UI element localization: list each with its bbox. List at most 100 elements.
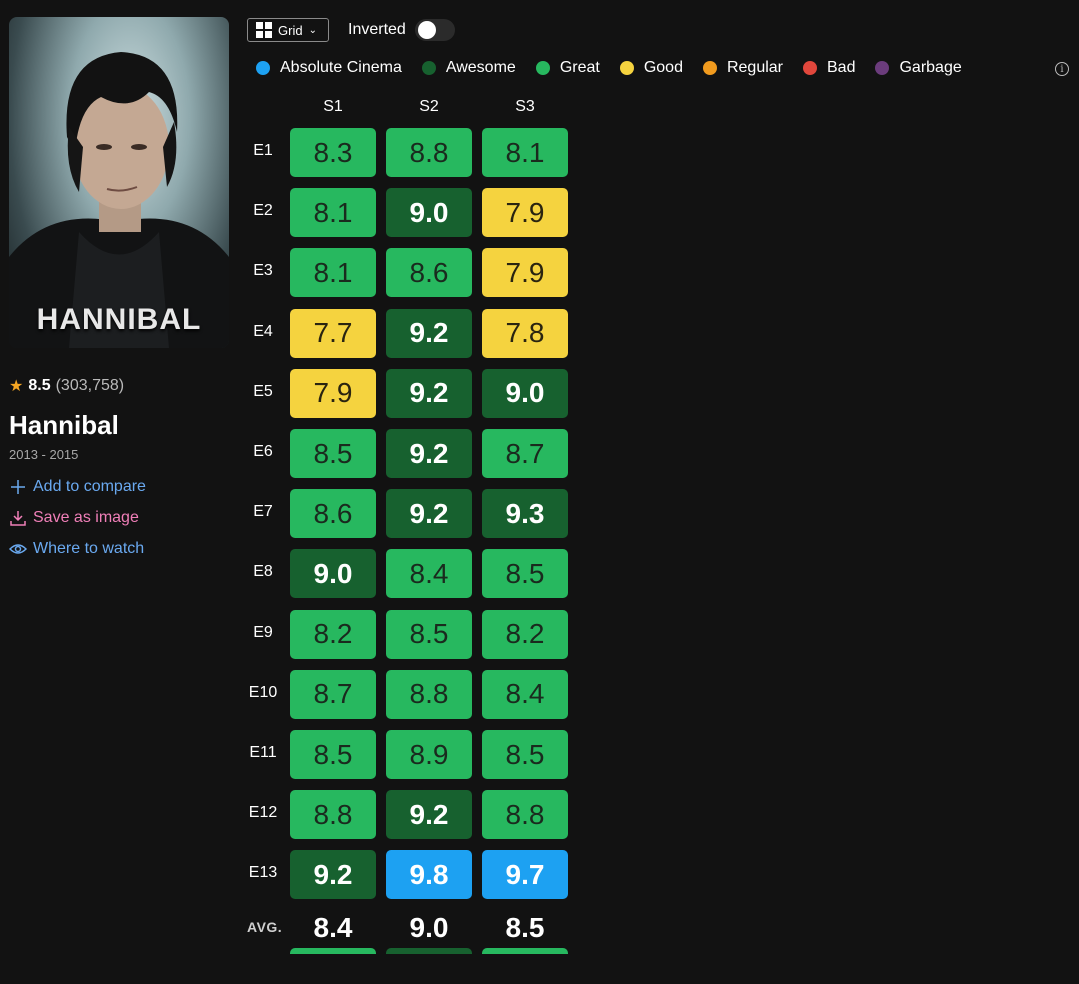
legend-label: Absolute Cinema <box>280 59 402 76</box>
average-label: AVG. <box>247 919 283 935</box>
rating-cell[interactable]: 9.0 <box>290 549 376 599</box>
rating-summary: ★ 8.5 (303,758) <box>9 376 124 396</box>
rating-cell[interactable]: 8.5 <box>290 730 376 779</box>
grid-icon <box>256 22 272 38</box>
rating-cell[interactable]: 7.9 <box>290 368 376 418</box>
legend-item: Bad <box>803 59 855 77</box>
rating-cell[interactable]: 9.2 <box>386 308 472 358</box>
legend-item: Garbage <box>875 59 962 77</box>
show-title: Hannibal <box>9 410 119 440</box>
eye-icon <box>9 544 27 554</box>
add-to-compare-button[interactable]: Add to compare <box>9 478 146 496</box>
add-to-compare-label: Add to compare <box>33 478 146 495</box>
season-header: S1 <box>323 98 343 115</box>
episode-label: E9 <box>253 623 273 641</box>
episode-label: E5 <box>253 382 273 400</box>
legend-dot <box>619 61 634 75</box>
rating-cell[interactable]: 8.3 <box>290 128 376 177</box>
rating-cell[interactable]: 8.1 <box>482 128 568 177</box>
rating-votes: (303,758) <box>55 377 125 394</box>
legend-dot <box>875 61 890 75</box>
rating-cell[interactable]: 9.3 <box>482 489 568 539</box>
episode-label: E10 <box>248 683 278 701</box>
save-as-image-button[interactable]: Save as image <box>9 509 139 527</box>
rating-cell[interactable]: 7.8 <box>482 308 568 358</box>
season-average-bar <box>482 948 568 954</box>
rating-legend: Absolute Cinema Awesome Great Good Regular Ba… <box>256 59 982 77</box>
rating-cell[interactable]: 8.7 <box>290 669 376 719</box>
season-average: 9.0 <box>409 912 449 943</box>
episode-label: E8 <box>253 563 273 581</box>
show-poster: HANNIBAL <box>9 17 229 348</box>
show-years: 2013 - 2015 <box>9 447 79 462</box>
rating-cell[interactable]: 8.9 <box>386 730 472 779</box>
legend-item: Regular <box>702 59 783 77</box>
episode-label: E7 <box>253 503 273 521</box>
rating-cell[interactable]: 7.9 <box>482 248 568 298</box>
chevron-down-icon: ⌄ <box>308 24 317 36</box>
legend-dot <box>702 61 717 75</box>
legend-dot <box>256 61 270 75</box>
episode-label: E12 <box>248 804 278 822</box>
episode-label: E2 <box>253 202 273 220</box>
legend-dot <box>421 61 436 75</box>
inverted-toggle[interactable] <box>415 19 455 41</box>
rating-cell[interactable]: 8.6 <box>386 248 472 298</box>
rating-cell[interactable]: 9.0 <box>386 188 472 238</box>
where-to-watch-button[interactable]: Where to watch <box>9 540 144 558</box>
season-average: 8.4 <box>313 912 353 943</box>
episode-label: E4 <box>253 322 273 340</box>
rating-cell[interactable]: 8.8 <box>482 790 568 840</box>
episode-label: E13 <box>248 864 278 882</box>
rating-cell[interactable]: 8.4 <box>386 549 472 599</box>
rating-cell[interactable]: 9.2 <box>386 429 472 478</box>
rating-cell[interactable]: 8.1 <box>290 248 376 298</box>
view-mode-dropdown[interactable]: Grid ⌄ <box>247 18 329 42</box>
rating-cell[interactable]: 8.2 <box>482 609 568 659</box>
rating-cell[interactable]: 8.1 <box>290 188 376 238</box>
legend-dot <box>535 61 550 75</box>
rating-cell[interactable]: 9.0 <box>482 368 568 418</box>
rating-cell[interactable]: 8.4 <box>482 669 568 719</box>
rating-cell[interactable]: 8.5 <box>290 429 376 478</box>
poster-art <box>9 52 229 348</box>
season-header: S3 <box>515 98 535 115</box>
episode-label: E1 <box>253 142 273 159</box>
season-average-bar <box>290 948 376 954</box>
legend-label: Bad <box>827 59 856 76</box>
plus-icon <box>11 480 25 494</box>
rating-cell[interactable]: 9.2 <box>290 850 376 900</box>
rating-cell[interactable]: 9.2 <box>386 489 472 539</box>
star-icon: ★ <box>9 378 24 395</box>
rating-cell[interactable]: 8.6 <box>290 489 376 539</box>
rating-cell[interactable]: 8.8 <box>386 128 472 177</box>
rating-cell[interactable]: 8.2 <box>290 609 376 659</box>
rating-cell[interactable]: 8.5 <box>386 609 472 659</box>
season-average-bar <box>386 948 472 954</box>
rating-cell[interactable]: 9.2 <box>386 368 472 418</box>
info-icon[interactable]: i <box>1055 62 1069 76</box>
legend-label: Awesome <box>445 59 516 76</box>
legend-label: Great <box>559 59 600 76</box>
rating-cell[interactable]: 7.9 <box>482 188 568 238</box>
episode-label: E11 <box>249 744 277 761</box>
toggle-knob <box>418 21 436 39</box>
rating-cell[interactable]: 8.5 <box>482 730 568 779</box>
where-to-watch-label: Where to watch <box>33 540 145 557</box>
rating-cell[interactable]: 8.8 <box>386 669 472 719</box>
rating-cell[interactable]: 9.2 <box>386 790 472 840</box>
rating-cell[interactable]: 9.7 <box>482 850 568 900</box>
rating-cell[interactable]: 8.5 <box>482 549 568 599</box>
season-average: 8.5 <box>505 912 545 943</box>
download-icon <box>10 511 26 526</box>
season-header: S2 <box>419 98 439 115</box>
rating-score: 8.5 <box>28 377 51 394</box>
legend-item: Absolute Cinema <box>256 59 402 77</box>
legend-item: Good <box>619 59 683 77</box>
rating-cell[interactable]: 7.7 <box>290 308 376 358</box>
rating-cell[interactable]: 9.8 <box>386 850 472 900</box>
rating-cell[interactable]: 8.7 <box>482 429 568 478</box>
episode-label: E3 <box>253 262 273 280</box>
rating-cell[interactable]: 8.8 <box>290 790 376 840</box>
legend-dot <box>803 61 817 75</box>
